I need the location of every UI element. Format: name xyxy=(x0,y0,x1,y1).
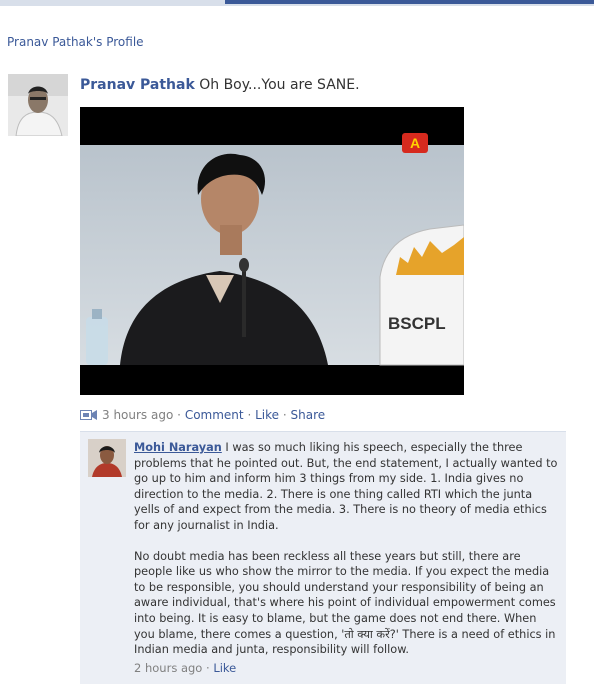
post-timestamp[interactable]: 3 hours ago xyxy=(102,408,173,422)
top-nav-bar-accent xyxy=(225,0,594,4)
profile-breadcrumb-link[interactable]: Pranav Pathak's Profile xyxy=(7,35,144,49)
top-nav-bar xyxy=(0,0,594,6)
commenter-avatar[interactable] xyxy=(88,439,126,477)
comment-link[interactable]: Comment xyxy=(185,408,244,422)
comment-paragraph-1: I was so much liking his speech, especia… xyxy=(134,441,558,532)
commenter-name-link[interactable]: Mohi Narayan xyxy=(134,441,222,454)
channel-logo: A xyxy=(402,133,428,153)
post-status-text: Oh Boy...You are SANE. xyxy=(199,77,360,93)
channel-logo-text: A xyxy=(410,135,420,151)
comment-item: Mohi Narayan I was so much liking his sp… xyxy=(80,431,566,684)
banner-text: BSCPL xyxy=(388,314,446,333)
share-link[interactable]: Share xyxy=(291,408,326,422)
post-author-link[interactable]: Pranav Pathak xyxy=(80,77,195,93)
like-link[interactable]: Like xyxy=(255,408,279,422)
post-headline: Pranav Pathak Oh Boy...You are SANE. xyxy=(80,77,360,93)
comment-timestamp[interactable]: 2 hours ago xyxy=(134,661,202,675)
comment-paragraph-2: No doubt media has been reckless all the… xyxy=(134,549,556,657)
post-meta: 3 hours ago · Comment · Like · Share xyxy=(80,407,325,425)
comment-body: Mohi Narayan I was so much liking his sp… xyxy=(134,440,558,658)
video-frame: BSCPL A xyxy=(80,107,464,395)
video-player[interactable]: BSCPL A xyxy=(80,107,464,395)
video-post-icon xyxy=(80,407,98,425)
comment-like-link[interactable]: Like xyxy=(213,661,236,675)
comment-meta: 2 hours ago · Like xyxy=(134,661,237,675)
author-avatar[interactable] xyxy=(8,74,68,136)
